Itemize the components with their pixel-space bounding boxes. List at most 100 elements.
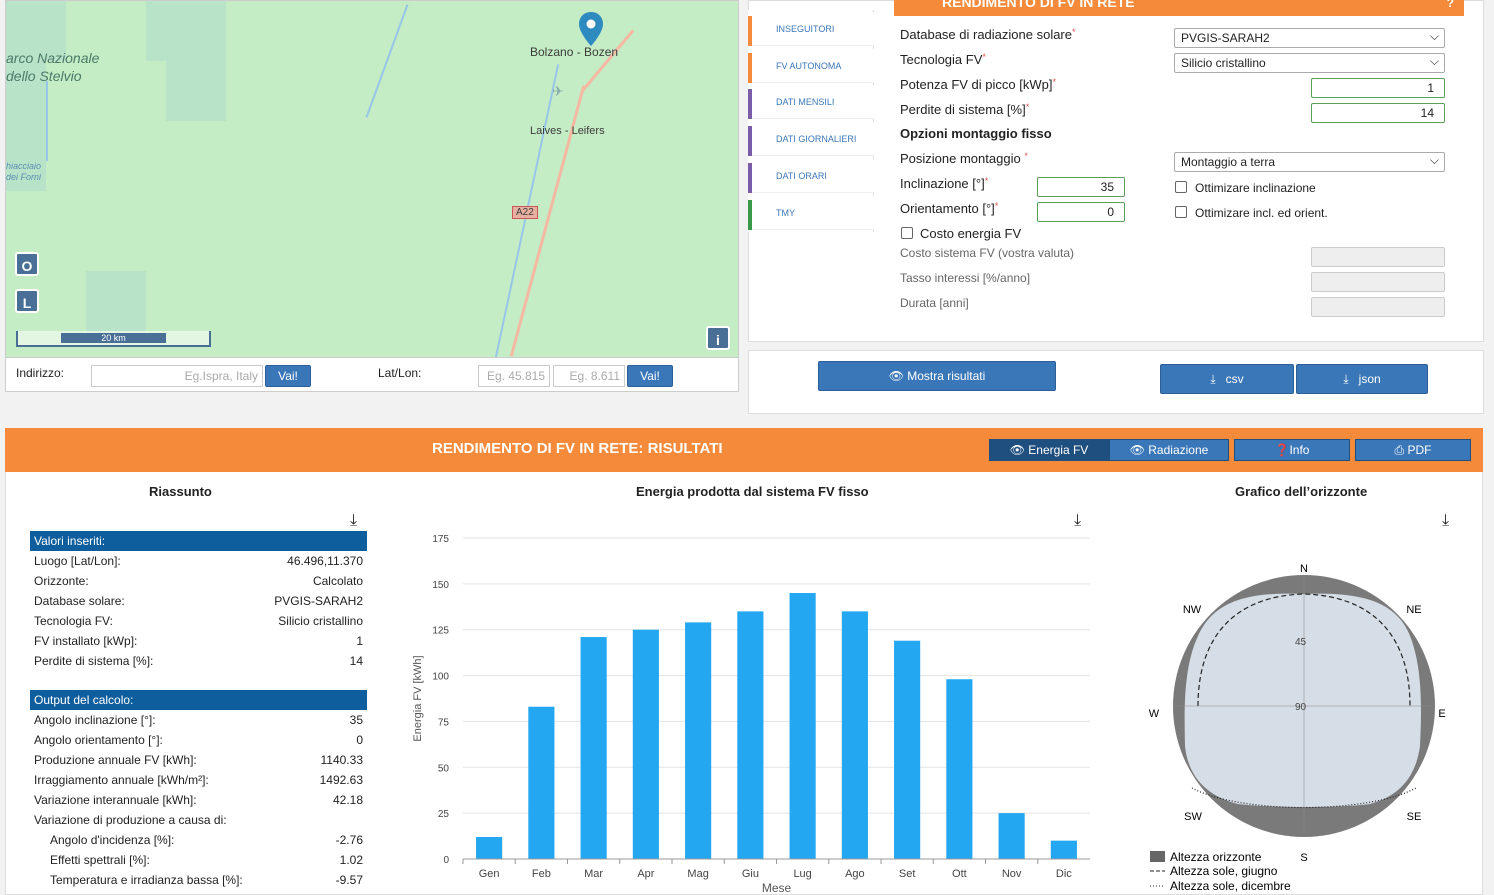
summary-row: Angolo d'incidenza [%]: -2.76 xyxy=(34,830,363,850)
summary-key: Effetti spettrali [%]: xyxy=(50,853,150,867)
map-view[interactable]: arco Nazionale dello Stelvio hiacciaio dei… xyxy=(5,0,739,358)
tab-fv-autonoma[interactable]: FV AUTONOMA xyxy=(748,49,874,83)
y-tick-label: 0 xyxy=(443,855,449,866)
summary-key: Angolo d'incidenza [%]: xyxy=(50,833,175,847)
address-label: Indirizzo: xyxy=(16,366,65,380)
show-results-button[interactable]: 👁 Mostra risultati xyxy=(818,361,1056,391)
orientation-input[interactable]: 0 xyxy=(1037,202,1125,222)
download-icon[interactable]: ⤓ xyxy=(1442,513,1458,529)
x-tick-label: Ago xyxy=(845,868,865,880)
summary-value: 46.496,11.370 xyxy=(287,554,363,568)
cost-system-input[interactable] xyxy=(1311,247,1445,267)
tab-color-bar xyxy=(748,89,752,119)
y-axis-label: Energia FV [kWh] xyxy=(412,655,424,741)
bar-gen[interactable] xyxy=(476,836,503,859)
bar-nov[interactable] xyxy=(998,813,1025,859)
orientation-label: Orientamento [°]* xyxy=(900,201,999,216)
mount-title: Opzioni montaggio fisso xyxy=(900,126,1052,141)
optimize-inclination-checkbox[interactable] xyxy=(1175,181,1187,193)
tab-dati-orari[interactable]: DATI ORARI xyxy=(748,159,874,193)
address-input[interactable]: Eg.Ispra, Italy xyxy=(91,365,263,387)
address-go-button[interactable]: Vai! xyxy=(265,365,311,387)
lat-input[interactable]: Eg. 45.815 xyxy=(478,365,550,387)
printer-icon: ⎙ xyxy=(1394,443,1405,457)
bar-dic[interactable] xyxy=(1050,840,1077,859)
summary-key: Tecnologia FV: xyxy=(34,614,113,628)
position-label: Posizione montaggio * xyxy=(900,151,1028,166)
csv-button[interactable]: ⤓ csv xyxy=(1160,364,1294,394)
inclination-input[interactable]: 35 xyxy=(1037,177,1125,197)
cost-checkbox[interactable] xyxy=(901,227,913,239)
bar-ott[interactable] xyxy=(946,679,973,859)
map-button-o[interactable]: O xyxy=(15,252,39,276)
outputs-header: Output del calcolo: xyxy=(30,690,367,710)
summary-value: 35 xyxy=(349,713,363,727)
energy-bar-chart: 0 25 50 75 100 125 150 175 Gen Feb Mar Apr Mag Giu Lug… xyxy=(412,534,1090,895)
ring-45: 45 xyxy=(1295,637,1307,648)
summary-row: Perdite di sistema [%]: 14 xyxy=(34,651,363,671)
tab-tmy[interactable]: TMY xyxy=(748,196,874,230)
dir-s: S xyxy=(1300,852,1307,864)
legend-horizon-swatch xyxy=(1150,851,1165,862)
bar-lug[interactable] xyxy=(789,593,816,859)
tab-dati-giornalieri[interactable]: DATI GIORNALIERI xyxy=(748,122,874,156)
tab-dati-mensili[interactable]: DATI MENSILI xyxy=(748,85,874,119)
radiation-tab-button[interactable]: 👁 Radiazione xyxy=(1109,439,1229,461)
lon-input[interactable]: Eg. 8.611 xyxy=(553,365,625,387)
tab-inseguitori[interactable]: INSEGUITORI xyxy=(748,12,874,46)
bar-set[interactable] xyxy=(894,640,921,859)
y-tick-label: 100 xyxy=(432,672,449,683)
summary-value: 1.02 xyxy=(339,853,363,867)
db-select[interactable]: PVGIS-SARAH2 xyxy=(1174,27,1445,48)
glacier-label: hiacciaio dei Forni xyxy=(6,161,42,182)
map-scale: 20 km xyxy=(16,331,211,347)
horizon-title: Grafico dell’orizzonte xyxy=(1235,484,1368,499)
db-label: Database di radiazione solare* xyxy=(900,27,1076,42)
position-select[interactable]: Montaggio a terra xyxy=(1174,151,1445,172)
bar-mar[interactable] xyxy=(580,637,607,859)
summary-key: Variazione interannuale [kWh]: xyxy=(34,793,197,807)
eye-icon: 👁 xyxy=(1009,443,1025,457)
latlon-go-button[interactable]: Vai! xyxy=(627,365,673,387)
map-button-l[interactable]: L xyxy=(15,289,39,313)
cost-label: Costo energia FV xyxy=(920,226,1022,241)
summary-row: Orizzonte: Calcolato xyxy=(34,571,363,591)
tech-select[interactable]: Silicio cristallino xyxy=(1174,52,1445,73)
tab-color-bar xyxy=(748,16,752,46)
pdf-button[interactable]: ⎙ PDF xyxy=(1355,439,1471,461)
tool-tabs: INSEGUITORI FV AUTONOMA DATI MENSILI DAT… xyxy=(748,10,874,232)
dir-w: W xyxy=(1149,708,1160,720)
dir-se: SE xyxy=(1407,811,1422,823)
bar-ago[interactable] xyxy=(841,611,868,859)
x-tick-label: Mag xyxy=(687,868,708,880)
summary-value: PVGIS-SARAH2 xyxy=(274,594,363,608)
legend-december: Altezza sole, dicembre xyxy=(1170,879,1291,893)
eye-icon: 👁 xyxy=(1129,443,1145,457)
bar-feb[interactable] xyxy=(528,706,555,859)
summary-value: 42.18 xyxy=(332,793,363,807)
summary-row: Temperatura e irradianza bassa [%]: -9.57 xyxy=(34,870,363,890)
bar-mag[interactable] xyxy=(685,622,712,859)
park-label: arco Nazionale dello Stelvio xyxy=(6,50,100,84)
dir-sw: SW xyxy=(1184,811,1202,823)
help-icon[interactable]: ? xyxy=(1447,0,1454,10)
legend-june: Altezza sole, giugno xyxy=(1170,864,1278,878)
bar-apr[interactable] xyxy=(632,629,659,859)
json-button[interactable]: ⤓ json xyxy=(1296,364,1428,394)
bar-giu[interactable] xyxy=(737,611,764,859)
tab-color-bar xyxy=(748,126,752,156)
loss-input[interactable]: 14 xyxy=(1311,103,1445,123)
optimize-both-checkbox[interactable] xyxy=(1175,206,1187,218)
interest-input[interactable] xyxy=(1311,272,1445,292)
energy-tab-button[interactable]: 👁 Energia FV xyxy=(989,439,1109,461)
map-info-button[interactable]: i xyxy=(706,326,730,350)
y-tick-label: 25 xyxy=(438,809,450,820)
duration-input[interactable] xyxy=(1311,297,1445,317)
info-button[interactable]: ❓Info xyxy=(1234,439,1350,461)
download-icon[interactable]: ⤓ xyxy=(350,513,366,529)
location-pin-icon[interactable] xyxy=(578,11,604,47)
town-label: Laives - Leifers xyxy=(530,125,605,137)
summary-key: Temperatura e irradianza bassa [%]: xyxy=(50,873,243,887)
legend-horizon: Altezza orizzonte xyxy=(1170,850,1262,864)
power-input[interactable]: 1 xyxy=(1311,78,1445,98)
